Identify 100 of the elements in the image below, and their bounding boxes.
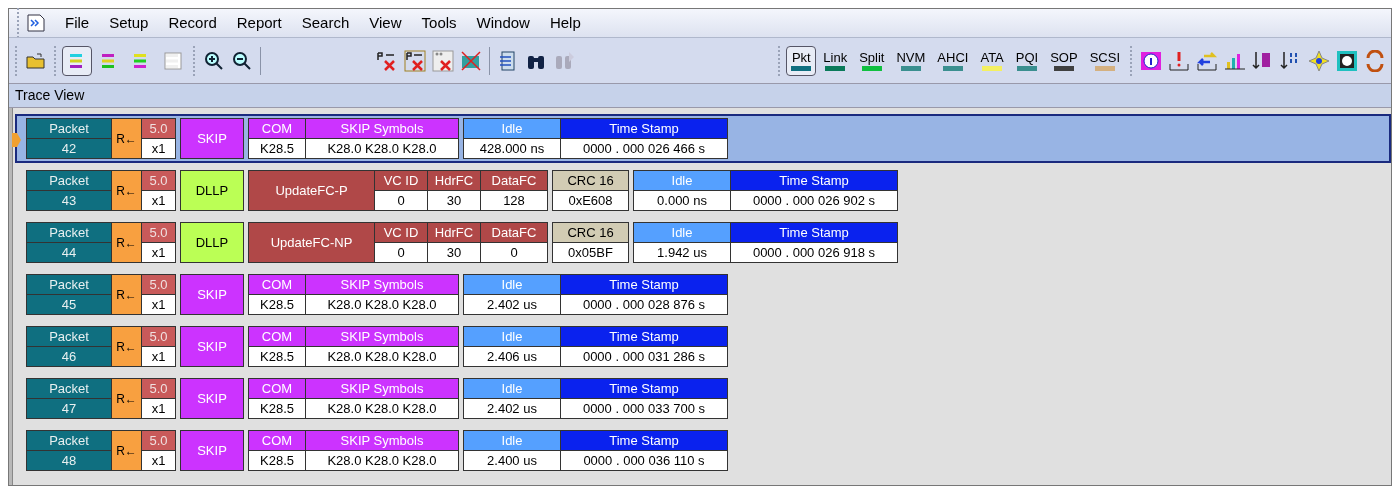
- field-header: SKIP Symbols: [306, 379, 458, 398]
- speed-cell: 5.0: [142, 223, 175, 242]
- link-width-cell: x1: [142, 347, 175, 366]
- field-value: K28.0 K28.0 K28.0: [306, 399, 458, 418]
- direction-cell: R←: [112, 379, 141, 418]
- packet-type-cell: SKIP: [180, 378, 244, 419]
- field-header: SKIP Symbols: [306, 431, 458, 450]
- packet-header: Packet: [27, 275, 111, 294]
- packet-number: 43: [27, 191, 111, 210]
- menu-item[interactable]: Search: [292, 11, 359, 35]
- field-header: Time Stamp: [561, 327, 727, 346]
- packet-number: 47: [27, 399, 111, 418]
- field-value: 0x05BF: [553, 243, 628, 262]
- field-value: 0: [375, 191, 427, 210]
- field-value: K28.0 K28.0 K28.0: [306, 451, 458, 470]
- menu-item[interactable]: Setup: [100, 11, 158, 35]
- field-header: Idle: [464, 379, 560, 398]
- menu-item[interactable]: Window: [467, 11, 539, 35]
- field-value: 0.000 ns: [634, 191, 730, 210]
- field-value: 0000 . 000 026 918 s: [731, 243, 897, 262]
- field-header: Time Stamp: [731, 171, 897, 190]
- field-header: SKIP Symbols: [306, 327, 458, 346]
- protocol-filter-button[interactable]: PQI: [1010, 45, 1044, 76]
- protocol-filter-button[interactable]: NVM: [891, 45, 931, 76]
- speed-cell: 5.0: [142, 431, 175, 450]
- field-value: 128: [481, 191, 547, 210]
- packet-header: Packet: [27, 327, 111, 346]
- speed-cell: 5.0: [142, 119, 175, 138]
- packet-type-cell: SKIP: [180, 118, 244, 159]
- menu-item[interactable]: Tools: [412, 11, 466, 35]
- protocol-filter-button[interactable]: ATA: [975, 45, 1009, 76]
- protocol-filter-button[interactable]: AHCI: [932, 45, 974, 76]
- link-width-cell: x1: [142, 295, 175, 314]
- field-value: 2.406 us: [464, 347, 560, 366]
- link-width-cell: x1: [142, 399, 175, 418]
- menu-item[interactable]: Report: [227, 11, 291, 35]
- field-header: Idle: [464, 275, 560, 294]
- speed-cell: 5.0: [142, 379, 175, 398]
- field-header: DataFC: [481, 171, 547, 190]
- field-header: DataFC: [481, 223, 547, 242]
- field-value: 0000 . 000 033 700 s: [561, 399, 727, 418]
- field-value: 1.942 us: [634, 243, 730, 262]
- protocol-filter-button[interactable]: Split: [854, 45, 890, 76]
- dllp-type-cell: UpdateFC-NP: [249, 223, 374, 262]
- field-value: K28.5: [249, 399, 305, 418]
- packet-header: Packet: [27, 379, 111, 398]
- field-value: K28.0 K28.0 K28.0: [306, 347, 458, 366]
- field-value: K28.0 K28.0 K28.0: [306, 139, 458, 158]
- protocol-filter-button[interactable]: SOP: [1045, 45, 1083, 76]
- packet-number: 42: [27, 139, 111, 158]
- field-value: 0000 . 000 026 466 s: [561, 139, 727, 158]
- field-value: 2.400 us: [464, 451, 560, 470]
- protocol-filter-button[interactable]: Pkt: [786, 45, 817, 76]
- field-header: Time Stamp: [561, 379, 727, 398]
- field-header: Idle: [464, 431, 560, 450]
- field-value: 0000 . 000 026 902 s: [731, 191, 897, 210]
- packet-type-cell: SKIP: [180, 274, 244, 315]
- speed-cell: 5.0: [142, 275, 175, 294]
- app-logo-icon: [26, 13, 46, 33]
- packet-header: Packet: [27, 171, 111, 190]
- field-value: K28.5: [249, 139, 305, 158]
- speed-cell: 5.0: [142, 171, 175, 190]
- direction-cell: R←: [112, 119, 141, 158]
- field-value: 0000 . 000 031 286 s: [561, 347, 727, 366]
- packet-number: 46: [27, 347, 111, 366]
- field-value: 2.402 us: [464, 295, 560, 314]
- field-header: Idle: [634, 223, 730, 242]
- menu-item[interactable]: Record: [159, 11, 226, 35]
- field-header: Idle: [634, 171, 730, 190]
- field-header: VC ID: [375, 171, 427, 190]
- speed-cell: 5.0: [142, 327, 175, 346]
- menu-item[interactable]: Help: [540, 11, 590, 35]
- dllp-type-cell: UpdateFC-P: [249, 171, 374, 210]
- field-value: K28.5: [249, 295, 305, 314]
- menu-item[interactable]: View: [360, 11, 411, 35]
- packet-type-cell: SKIP: [180, 430, 244, 471]
- field-header: COM: [249, 431, 305, 450]
- field-header: VC ID: [375, 223, 427, 242]
- packet-type-cell: DLLP: [180, 170, 244, 211]
- field-value: 0000 . 000 028 876 s: [561, 295, 727, 314]
- packet-number: 44: [27, 243, 111, 262]
- protocol-filter-button[interactable]: SCSI: [1084, 45, 1125, 76]
- field-value: K28.0 K28.0 K28.0: [306, 295, 458, 314]
- field-value: 30: [428, 191, 480, 210]
- direction-cell: R←: [112, 223, 141, 262]
- field-header: SKIP Symbols: [306, 119, 458, 138]
- link-width-cell: x1: [142, 191, 175, 210]
- packet-number: 48: [27, 451, 111, 470]
- protocol-filter-button[interactable]: Link: [818, 45, 853, 76]
- field-value: 0xE608: [553, 191, 628, 210]
- field-header: Idle: [464, 327, 560, 346]
- packet-type-cell: DLLP: [180, 222, 244, 263]
- packet-number: 45: [27, 295, 111, 314]
- direction-cell: R←: [112, 275, 141, 314]
- direction-cell: R←: [112, 431, 141, 470]
- field-header: Idle: [464, 119, 560, 138]
- view-layout-button[interactable]: [62, 45, 92, 76]
- menu-item[interactable]: File: [56, 11, 99, 35]
- list-layout-icon: [163, 50, 183, 71]
- field-value: 0000 . 000 036 110 s: [561, 451, 727, 470]
